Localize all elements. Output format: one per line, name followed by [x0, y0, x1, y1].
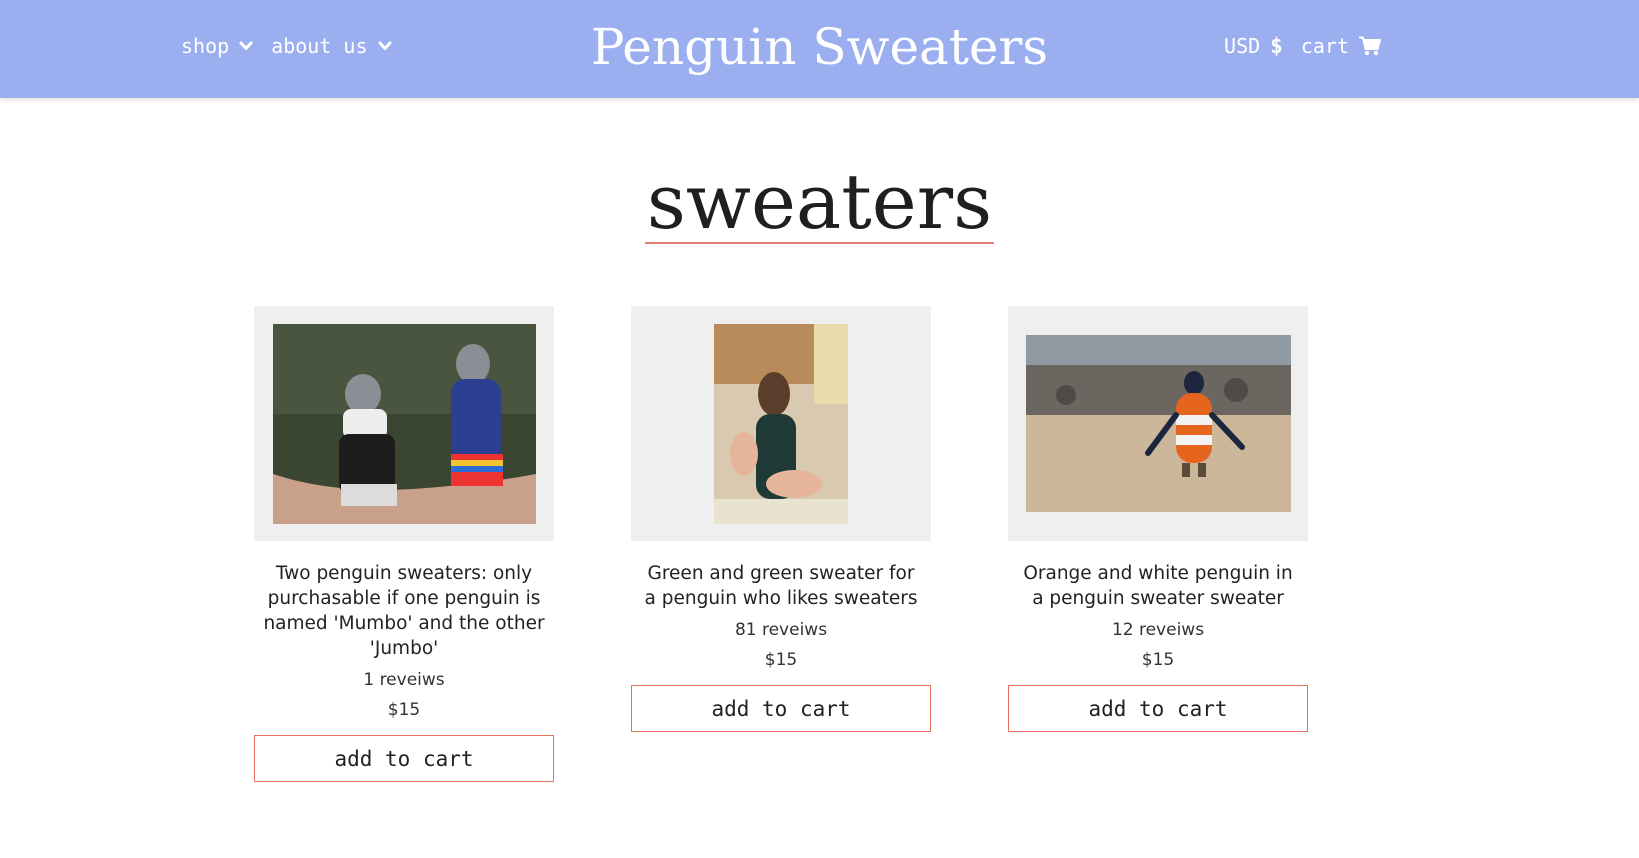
product-price: $15: [387, 700, 421, 720]
nav-about-us[interactable]: about us: [271, 34, 391, 58]
product-card: Two penguin sweaters: only purchasable i…: [254, 306, 554, 782]
currency-symbol: $: [1270, 34, 1283, 58]
cart-link[interactable]: cart: [1301, 34, 1381, 58]
chevron-down-icon: [239, 41, 253, 50]
top-navigation-bar: shop about us Penguin Sweaters USD $ car…: [0, 0, 1639, 98]
nav-right: USD $ cart: [1206, 34, 1381, 58]
product-price: $15: [764, 650, 798, 670]
product-reviews: 12 reveiws: [1111, 620, 1205, 640]
product-title[interactable]: Orange and white penguin in a penguin sw…: [1008, 561, 1308, 611]
heading-wrap: sweaters: [0, 162, 1639, 244]
nav-about-label: about us: [271, 34, 368, 58]
product-image-two-penguins[interactable]: [272, 323, 536, 524]
product-reviews: 81 reveiws: [734, 620, 828, 640]
product-image-orange-sweater[interactable]: [1025, 335, 1291, 512]
product-title[interactable]: Green and green sweater for a penguin wh…: [631, 561, 931, 611]
product-title[interactable]: Two penguin sweaters: only purchasable i…: [254, 561, 554, 661]
product-price: $15: [1141, 650, 1175, 670]
product-image-frame: [631, 306, 931, 541]
add-to-cart-button[interactable]: add to cart: [1008, 685, 1308, 732]
add-to-cart-button[interactable]: add to cart: [631, 685, 931, 732]
chevron-down-icon: [378, 41, 391, 50]
cart-icon: [1359, 36, 1381, 56]
brand-link[interactable]: Penguin Sweaters: [591, 18, 1048, 76]
page-title: sweaters: [644, 157, 995, 246]
cart-label: cart: [1300, 34, 1349, 58]
product-image-green-sweater[interactable]: [714, 323, 848, 524]
product-reviews: 1 reveiws: [363, 670, 445, 690]
currency-selector[interactable]: USD $: [1224, 34, 1283, 58]
nav-shop-label: shop: [181, 34, 230, 58]
product-card: Orange and white penguin in a penguin sw…: [1008, 306, 1308, 732]
product-image-frame: [254, 306, 554, 541]
nav-left: shop about us: [181, 34, 410, 58]
currency-label: USD: [1224, 34, 1261, 58]
nav-shop[interactable]: shop: [181, 34, 253, 58]
product-image-frame: [1008, 306, 1308, 541]
add-to-cart-button[interactable]: add to cart: [254, 735, 554, 782]
product-card: Green and green sweater for a penguin wh…: [631, 306, 931, 732]
